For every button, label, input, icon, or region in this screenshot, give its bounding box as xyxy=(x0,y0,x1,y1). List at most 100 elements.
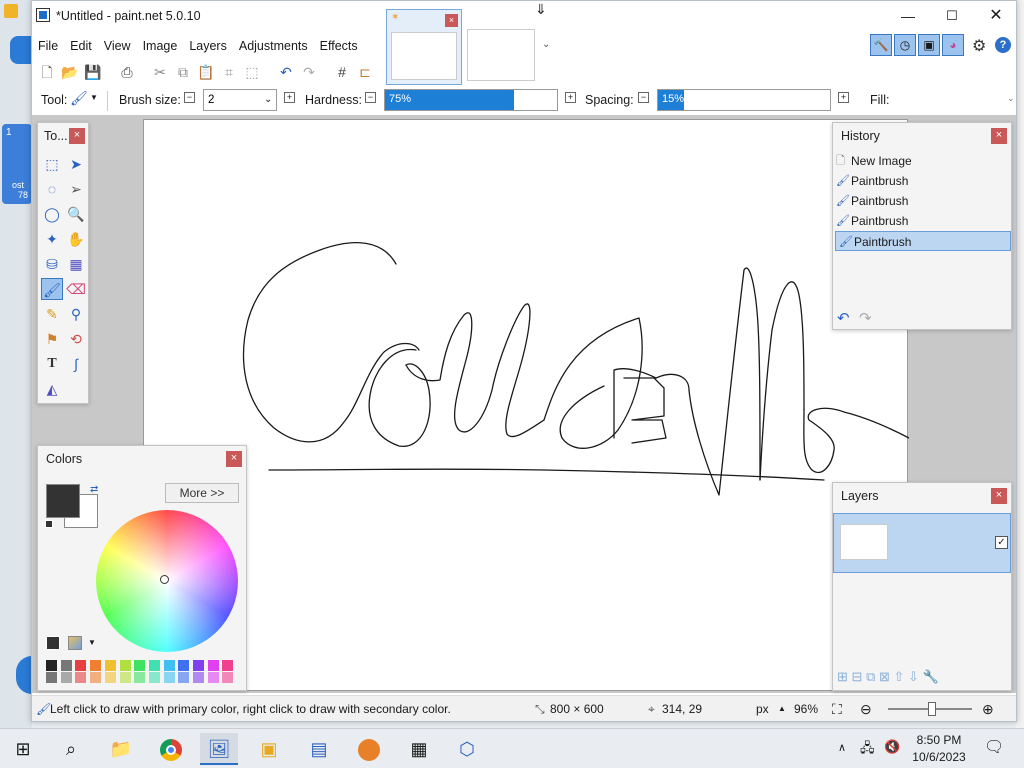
paintbrush-icon[interactable]: 🖌 xyxy=(41,278,63,300)
tool-dropdown-icon[interactable]: ▼ xyxy=(90,93,98,102)
palette-swatch[interactable] xyxy=(134,672,146,683)
history-item[interactable]: 🖌 Paintbrush xyxy=(833,211,1013,231)
grid-icon[interactable]: # xyxy=(331,61,353,83)
redo-icon[interactable]: ↷ xyxy=(298,61,320,83)
palette-dropdown-icon[interactable]: ▼ xyxy=(88,638,96,647)
palette-swatch[interactable] xyxy=(207,660,219,671)
windows-start-icon[interactable]: ⊞ xyxy=(4,733,42,765)
title-bar[interactable]: *Untitled - paint.net 5.0.10 ⇓ — ☐ ✕ xyxy=(32,1,1016,31)
app-taskbar-icon[interactable]: ▣ xyxy=(250,733,288,765)
help-icon[interactable]: ? xyxy=(995,37,1011,53)
save-icon[interactable]: 💾 xyxy=(82,61,104,83)
palette-swatch[interactable] xyxy=(104,672,116,683)
deselect-icon[interactable]: ⬚ xyxy=(241,61,263,83)
settings-gear-icon[interactable]: ⚙ xyxy=(972,36,986,56)
palette-swatch[interactable] xyxy=(193,672,204,683)
close-button[interactable]: ✕ xyxy=(974,1,1018,31)
background-thumbnail[interactable]: 1 ost 78 xyxy=(2,124,32,204)
orange-app-taskbar-icon[interactable] xyxy=(350,733,388,765)
palette-swatch[interactable] xyxy=(119,660,131,671)
palette-swatch[interactable] xyxy=(178,660,190,671)
paste-icon[interactable]: 📋 xyxy=(195,61,217,83)
spacing-slider[interactable]: 15% xyxy=(657,89,831,111)
brush-size-dropdown-icon[interactable]: ⌄ xyxy=(264,94,272,105)
gradient-icon[interactable]: ▦ xyxy=(65,253,87,275)
history-item[interactable]: 🗋 New Image xyxy=(833,151,1013,171)
palette-swatch[interactable] xyxy=(60,660,72,671)
duplicate-layer-icon[interactable]: ⧉ xyxy=(866,669,875,684)
menu-effects[interactable]: Effects xyxy=(314,31,364,61)
history-item-selected[interactable]: 🖌 Paintbrush xyxy=(835,231,1011,251)
move-layer-down-icon[interactable]: ⇩ xyxy=(908,669,919,684)
unit-selector[interactable]: px xyxy=(756,696,769,722)
reset-colors-icon[interactable] xyxy=(45,520,53,528)
hardness-slider[interactable]: 75% xyxy=(384,89,558,111)
palette-swatch[interactable] xyxy=(148,672,160,683)
layer-row[interactable]: ✓ xyxy=(833,513,1011,573)
3d-app-taskbar-icon[interactable]: ⬡ xyxy=(448,733,486,765)
add-layer-icon[interactable]: ⊞ xyxy=(837,669,848,684)
hardness-decrease-button[interactable]: − xyxy=(365,92,376,103)
swap-colors-icon[interactable]: ⇄ xyxy=(90,484,98,495)
recolor-icon[interactable]: ⟲ xyxy=(65,328,87,350)
history-window-toggle-icon[interactable]: ◷ xyxy=(894,34,916,56)
history-panel-close-button[interactable]: × xyxy=(991,128,1007,144)
history-item[interactable]: 🖌 Paintbrush xyxy=(833,191,1013,211)
pencil-icon[interactable]: ✎ xyxy=(41,303,63,325)
chrome-icon[interactable] xyxy=(152,733,190,765)
color-wheel[interactable] xyxy=(96,510,238,652)
move-selection-icon[interactable]: ➢ xyxy=(65,178,87,200)
palette-swatch[interactable] xyxy=(207,672,219,683)
color-picker-icon[interactable]: ⚲ xyxy=(65,303,87,325)
minimize-button[interactable]: — xyxy=(886,1,930,31)
colors-panel-close-button[interactable]: × xyxy=(226,451,242,467)
palette-options-icon[interactable] xyxy=(68,636,82,650)
menu-image[interactable]: Image xyxy=(137,31,184,61)
palette-swatch[interactable] xyxy=(104,660,116,671)
hardness-increase-button[interactable]: + xyxy=(565,92,576,103)
palette-swatch[interactable] xyxy=(119,672,131,683)
brush-size-increase-button[interactable]: + xyxy=(284,92,295,103)
shapes-icon[interactable]: ◭ xyxy=(41,378,63,400)
line-curve-icon[interactable]: ∫ xyxy=(65,353,87,375)
palette-swatch[interactable] xyxy=(163,660,175,671)
palette-swatch[interactable] xyxy=(46,660,57,671)
palette-swatch[interactable] xyxy=(178,672,190,683)
undo-icon[interactable]: ↶ xyxy=(275,61,297,83)
paint-bucket-icon[interactable]: ⛁ xyxy=(41,253,63,275)
layer-properties-icon[interactable]: 🔧 xyxy=(923,669,939,684)
palette-swatch[interactable] xyxy=(75,660,87,671)
zoom-in-icon[interactable]: ⊕ xyxy=(982,696,994,722)
layer-visibility-checkbox[interactable]: ✓ xyxy=(995,536,1008,549)
network-icon[interactable]: 🖧 xyxy=(860,739,875,761)
clone-stamp-icon[interactable]: ⚑ xyxy=(41,328,63,350)
pan-hand-icon[interactable]: ✋ xyxy=(65,228,87,250)
menu-view[interactable]: View xyxy=(98,31,137,61)
crop-icon[interactable]: ⌗ xyxy=(218,61,240,83)
colors-window-toggle-icon[interactable]: ◕ xyxy=(942,34,964,56)
clock-time[interactable]: 8:50 PM xyxy=(908,733,970,747)
tray-chevron-icon[interactable]: ∧ xyxy=(838,741,846,754)
tools-window-toggle-icon[interactable]: 🔨 xyxy=(870,34,892,56)
lasso-select-icon[interactable]: ◌ xyxy=(41,178,63,200)
open-folder-icon[interactable]: 📂 xyxy=(59,61,81,83)
color-palette-strip[interactable] xyxy=(46,660,238,684)
merge-layer-icon[interactable]: ⊠ xyxy=(879,669,890,684)
palette-swatch[interactable] xyxy=(222,660,234,671)
zoom-slider-thumb[interactable] xyxy=(928,702,936,716)
photos-taskbar-icon[interactable]: ▤ xyxy=(300,733,338,765)
menu-adjustments[interactable]: Adjustments xyxy=(233,31,314,61)
palette-swatch[interactable] xyxy=(75,672,87,683)
history-redo-icon[interactable]: ↷ xyxy=(859,309,872,327)
layers-panel-close-button[interactable]: × xyxy=(991,488,1007,504)
palette-swatch[interactable] xyxy=(46,672,57,683)
file-explorer-icon[interactable]: 📁 xyxy=(102,733,140,765)
layers-window-toggle-icon[interactable]: ▣ xyxy=(918,34,940,56)
background-scrollbar[interactable] xyxy=(1016,0,1024,728)
print-icon[interactable]: ⎙ xyxy=(116,61,138,83)
palette-swatch[interactable] xyxy=(163,672,175,683)
clock-date[interactable]: 10/6/2023 xyxy=(908,750,970,764)
history-item[interactable]: 🖌 Paintbrush xyxy=(833,171,1013,191)
zoom-value[interactable]: 96% xyxy=(794,696,818,722)
zoom-icon[interactable]: 🔍 xyxy=(65,203,87,225)
